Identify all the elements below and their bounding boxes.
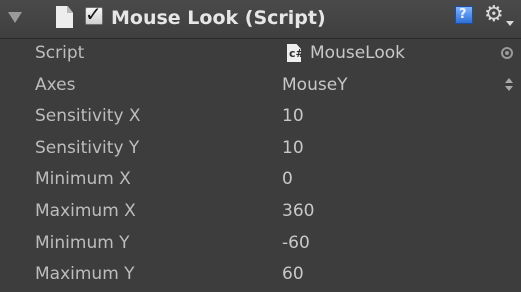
property-list: Script c# MouseLook Axes MouseY Sensitiv…	[0, 38, 521, 291]
sensitivity-x-row: Sensitivity X 10	[0, 101, 521, 133]
sensitivity-x-label: Sensitivity X	[35, 106, 141, 127]
maximum-y-label: Maximum Y	[35, 264, 135, 285]
maximum-x-field[interactable]: 360	[282, 199, 314, 223]
sensitivity-y-row: Sensitivity Y 10	[0, 133, 521, 165]
script-label: Script	[35, 43, 85, 63]
triangle-down-icon[interactable]	[8, 12, 22, 23]
maximum-y-row: Maximum Y 60	[0, 259, 521, 291]
maximum-y-field[interactable]: 60	[282, 262, 304, 286]
minimum-x-row: Minimum X 0	[0, 164, 521, 196]
maximum-x-label: Maximum X	[35, 200, 136, 221]
script-field[interactable]: MouseLook	[310, 41, 405, 65]
component-header[interactable]: ✓ Mouse Look (Script) ? ⚙	[0, 0, 521, 39]
axes-label: Axes	[35, 74, 76, 95]
sensitivity-x-field[interactable]: 10	[282, 104, 304, 128]
checkmark-icon: ✓	[85, 2, 102, 26]
script-file-icon	[56, 6, 73, 28]
minimum-x-label: Minimum X	[35, 169, 131, 190]
maximum-x-row: Maximum X 360	[0, 196, 521, 228]
minimum-y-label: Minimum Y	[35, 232, 130, 253]
axes-dropdown[interactable]: MouseY	[282, 73, 348, 97]
dropdown-arrows-icon[interactable]	[504, 76, 514, 94]
component-title: Mouse Look (Script)	[111, 7, 326, 29]
minimum-y-row: Minimum Y -60	[0, 228, 521, 260]
sensitivity-y-field[interactable]: 10	[282, 136, 304, 160]
minimum-y-field[interactable]: -60	[282, 231, 310, 255]
gear-icon[interactable]: ⚙	[484, 4, 504, 26]
enable-checkbox[interactable]: ✓	[85, 2, 103, 26]
object-picker-icon[interactable]	[501, 47, 513, 59]
sensitivity-y-label: Sensitivity Y	[35, 137, 140, 158]
minimum-x-field[interactable]: 0	[282, 167, 293, 191]
inspector-panel: ✓ Mouse Look (Script) ? ⚙ Script c# Mous…	[0, 0, 521, 292]
csharp-script-icon: c#	[287, 44, 301, 62]
help-icon[interactable]: ?	[455, 6, 473, 24]
chevron-down-icon[interactable]	[506, 21, 514, 26]
axes-row: Axes MouseY	[0, 70, 521, 102]
script-row: Script c# MouseLook	[0, 38, 521, 70]
